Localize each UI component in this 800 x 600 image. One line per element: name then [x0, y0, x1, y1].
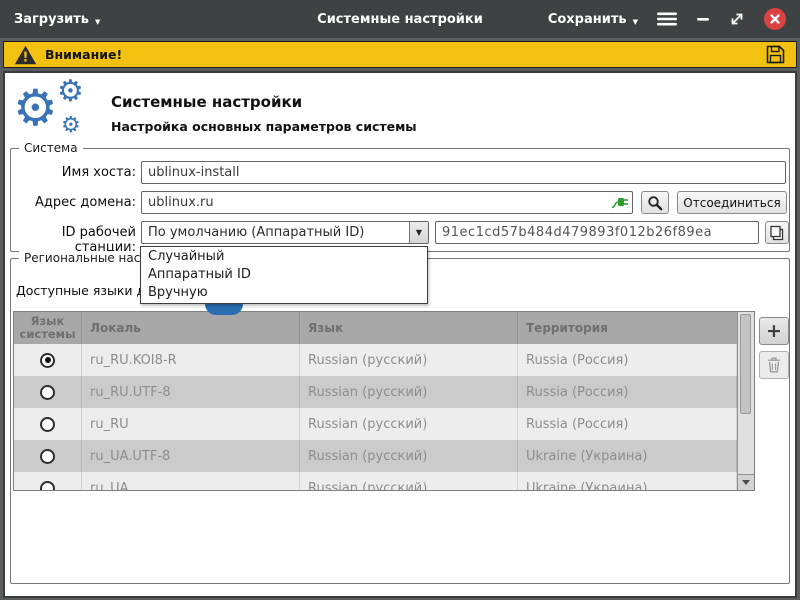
table-header-row: Язык системы Локаль Язык Территория — [14, 312, 737, 344]
locale-cell: ru_RU — [82, 408, 300, 440]
connect-status-icon — [611, 194, 629, 211]
station-id-input[interactable] — [435, 221, 759, 244]
chevron-down-icon[interactable] — [409, 222, 428, 243]
regional-groupbox: Региональные настройки Доступные языки д… — [10, 258, 790, 584]
language-cell: Russian (русский) — [300, 344, 518, 376]
dropdown-option[interactable]: Вручную — [141, 284, 427, 302]
table-row[interactable]: ru_UA Russian (русский) Ukraine (Украина… — [14, 472, 737, 491]
minimize-button[interactable] — [696, 12, 710, 26]
station-id-mode-select[interactable]: По умолчанию (Аппаратный ID) — [141, 221, 429, 244]
hamburger-icon — [657, 12, 677, 26]
page-header: Системные настройки Настройка основных п… — [11, 81, 771, 143]
locale-cell: ru_UA — [82, 472, 300, 491]
svg-text:!: ! — [23, 50, 29, 64]
search-icon — [647, 195, 663, 211]
search-domain-button[interactable] — [641, 191, 669, 214]
chevron-down-icon — [95, 12, 100, 27]
territory-cell: Russia (Россия) — [518, 408, 737, 440]
warning-bar: ! Внимание! — [3, 41, 797, 68]
copy-id-button[interactable] — [765, 221, 789, 244]
domain-label: Адрес домена: — [11, 195, 136, 210]
menu-button[interactable] — [657, 12, 677, 26]
add-locale-button[interactable] — [759, 317, 789, 345]
locale-cell: ru_UA.UTF-8 — [82, 440, 300, 472]
chevron-down-icon — [633, 12, 638, 27]
close-button[interactable] — [764, 8, 786, 30]
dropdown-option[interactable]: Аппаратный ID — [141, 266, 427, 284]
column-header-territory: Территория — [518, 312, 737, 344]
close-icon — [769, 13, 781, 25]
trash-icon — [767, 357, 781, 373]
minimize-icon — [696, 12, 710, 26]
gears-logo-icon — [11, 81, 103, 143]
column-header-system-language: Язык системы — [14, 312, 82, 344]
station-id-mode-dropdown: СлучайныйАппаратный IDВручную — [140, 246, 428, 304]
floppy-icon — [765, 44, 786, 65]
hostname-input[interactable] — [141, 161, 786, 184]
save-menu-button[interactable]: Сохранить — [548, 12, 638, 27]
locale-cell: ru_RU.KOI8-R — [82, 344, 300, 376]
warning-icon: ! — [14, 45, 37, 65]
locale-radio[interactable] — [40, 449, 55, 464]
locale-radio[interactable] — [40, 385, 55, 400]
table-body: ru_RU.KOI8-R Russian (русский) Russia (Р… — [14, 344, 737, 491]
domain-input[interactable] — [141, 191, 633, 214]
disconnect-label: Отсоединиться — [683, 196, 780, 210]
territory-cell: Ukraine (Украина) — [518, 440, 737, 472]
language-cell: Russian (русский) — [300, 472, 518, 491]
warning-label: Внимание! — [45, 47, 122, 62]
locale-radio[interactable] — [40, 417, 55, 432]
column-header-language: Язык — [300, 312, 518, 344]
system-groupbox: Система Имя хоста: Адрес домена: Отсоеди… — [10, 148, 790, 252]
hostname-label: Имя хоста: — [11, 165, 136, 180]
table-row[interactable]: ru_UA.UTF-8 Russian (русский) Ukraine (У… — [14, 440, 737, 472]
maximize-button[interactable] — [729, 11, 745, 27]
locale-cell: ru_RU.UTF-8 — [82, 376, 300, 408]
column-header-locale: Локаль — [82, 312, 300, 344]
page-title: Системные настройки — [111, 93, 302, 111]
page-subtitle: Настройка основных параметров системы — [111, 119, 417, 134]
load-menu-button[interactable]: Загрузить — [14, 12, 100, 27]
delete-locale-button[interactable] — [759, 351, 789, 379]
copy-icon — [769, 225, 785, 241]
save-file-button[interactable] — [765, 44, 786, 65]
available-languages-label: Доступные языки для — [16, 283, 161, 298]
titlebar-controls: Сохранить — [548, 8, 786, 30]
vertical-scrollbar[interactable] — [737, 312, 754, 490]
dropdown-option[interactable]: Случайный — [141, 248, 427, 266]
locale-radio[interactable] — [40, 481, 55, 492]
locale-radio[interactable] — [40, 353, 55, 368]
territory-cell: Russia (Россия) — [518, 376, 737, 408]
table-row[interactable]: ru_RU Russian (русский) Russia (Россия) — [14, 408, 737, 440]
disconnect-button[interactable]: Отсоединиться — [677, 191, 787, 214]
locales-table: Язык системы Локаль Язык Территория ru_R… — [13, 311, 755, 491]
settings-panel: Системные настройки Настройка основных п… — [3, 71, 797, 598]
scrollbar-thumb[interactable] — [740, 314, 751, 414]
table-row[interactable]: ru_RU.UTF-8 Russian (русский) Russia (Ро… — [14, 376, 737, 408]
maximize-icon — [729, 11, 745, 27]
load-menu-label: Загрузить — [14, 12, 89, 27]
save-menu-label: Сохранить — [548, 12, 627, 27]
language-cell: Russian (русский) — [300, 376, 518, 408]
territory-cell: Ukraine (Украина) — [518, 472, 737, 491]
station-id-mode-value: По умолчанию (Аппаратный ID) — [148, 225, 364, 240]
scroll-down-button[interactable] — [738, 474, 754, 490]
language-cell: Russian (русский) — [300, 440, 518, 472]
table-row[interactable]: ru_RU.KOI8-R Russian (русский) Russia (Р… — [14, 344, 737, 376]
territory-cell: Russia (Россия) — [518, 344, 737, 376]
system-legend: Система — [19, 141, 83, 155]
titlebar: Загрузить Системные настройки Сохранить — [0, 0, 800, 38]
language-cell: Russian (русский) — [300, 408, 518, 440]
